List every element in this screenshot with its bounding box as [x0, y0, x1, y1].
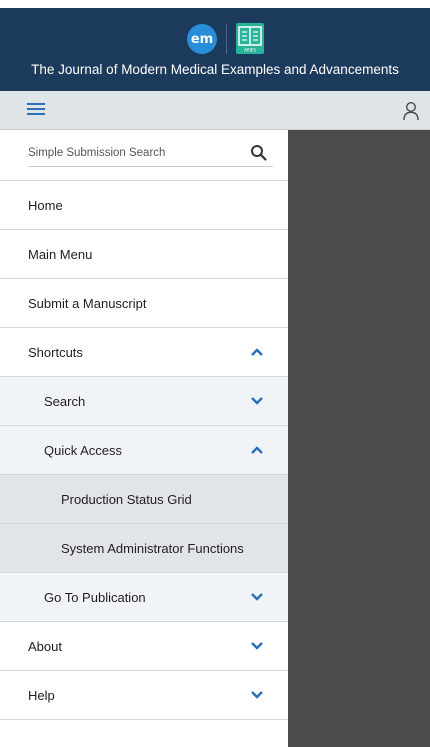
- chevron-down-icon: [251, 397, 263, 405]
- sidebar-menu: Home Main Menu Submit a Manuscript Short…: [0, 130, 288, 747]
- page-overlay[interactable]: [288, 130, 430, 747]
- sidebar-item-system-admin[interactable]: System Administrator Functions: [0, 524, 288, 573]
- chevron-up-icon: [251, 446, 263, 454]
- sidebar-item-go-to-publication[interactable]: Go To Publication: [0, 573, 288, 622]
- sidebar-item-label: Go To Publication: [44, 590, 146, 605]
- search-input[interactable]: [28, 139, 273, 167]
- aries-logo: ARIES: [236, 23, 264, 54]
- sidebar-item-about[interactable]: About: [0, 622, 288, 671]
- sidebar-item-home[interactable]: Home: [0, 181, 288, 230]
- journal-title: The Journal of Modern Medical Examples a…: [31, 62, 399, 77]
- sidebar-item-production-status-grid[interactable]: Production Status Grid: [0, 475, 288, 524]
- user-icon[interactable]: [402, 101, 420, 121]
- chevron-down-icon: [251, 593, 263, 601]
- em-logo: em: [187, 24, 217, 54]
- sidebar-item-label: Home: [28, 198, 63, 213]
- header: em ARIES The Journal of Modern Medical E…: [0, 8, 430, 91]
- sidebar-item-label: System Administrator Functions: [61, 541, 244, 556]
- search-icon[interactable]: [250, 144, 267, 161]
- logo-divider: [226, 24, 227, 54]
- sidebar-item-label: Production Status Grid: [61, 492, 192, 507]
- sidebar-item-search[interactable]: Search: [0, 377, 288, 426]
- top-strip: [0, 0, 430, 8]
- sidebar-item-help[interactable]: Help: [0, 671, 288, 720]
- sidebar-item-label: About: [28, 639, 62, 654]
- chevron-down-icon: [251, 691, 263, 699]
- chevron-down-icon: [251, 642, 263, 650]
- sidebar-item-label: Shortcuts: [28, 345, 83, 360]
- sidebar-item-label: Search: [44, 394, 86, 409]
- sidebar-item-main-menu[interactable]: Main Menu: [0, 230, 288, 279]
- sidebar-item-label: Help: [28, 688, 55, 703]
- hamburger-menu-icon[interactable]: [27, 103, 45, 117]
- sidebar-item-label: Main Menu: [28, 247, 93, 262]
- aries-logo-text: ARIES: [244, 48, 256, 53]
- chevron-up-icon: [251, 348, 263, 356]
- sidebar-item-label: Submit a Manuscript: [28, 296, 147, 311]
- book-icon: ARIES: [238, 26, 262, 53]
- sidebar-item-label: Quick Access: [44, 443, 123, 458]
- sidebar-item-quick-access[interactable]: Quick Access: [0, 426, 288, 475]
- search-row: [0, 130, 288, 181]
- sidebar-item-shortcuts[interactable]: Shortcuts: [0, 328, 288, 377]
- sidebar-item-submit-manuscript[interactable]: Submit a Manuscript: [0, 279, 288, 328]
- toolbar: [0, 91, 430, 130]
